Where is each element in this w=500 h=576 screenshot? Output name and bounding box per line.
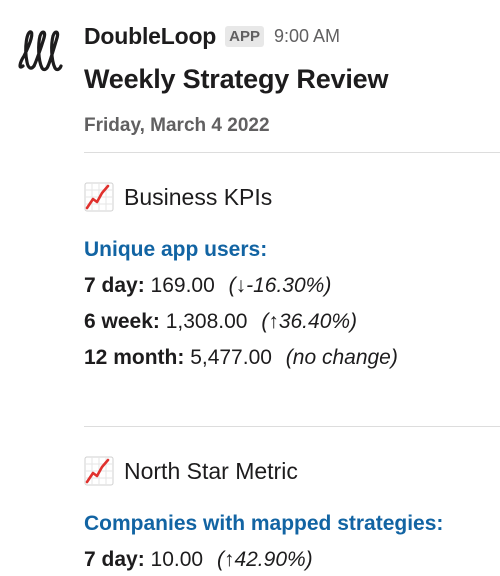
kpi-period: 6 week: [84,310,160,333]
kpi-row: 7 day: 10.00 (↑42.90%) [84,542,500,576]
message: DoubleLoop APP 9:00 AM Weekly Strategy R… [0,0,500,576]
message-content: DoubleLoop APP 9:00 AM Weekly Strategy R… [84,20,500,576]
chart-increasing-icon [84,456,114,486]
kpi-change: (↓-16.30%) [228,274,332,297]
kpi-value: 10.00 [150,548,204,571]
section-title-text: North Star Metric [124,457,298,484]
metric-link[interactable]: Unique app users: [84,232,500,268]
app-badge: APP [225,25,264,47]
kpi-value: 1,308.00 [165,310,248,333]
doubleloop-logo[interactable] [14,26,64,76]
chart-increasing-icon [84,182,114,212]
kpi-row: 12 month: 5,477.00 (no change) [84,340,500,376]
kpi-period: 7 day: [84,548,145,571]
divider [84,426,500,427]
kpi-row: 6 week: 1,308.00 (↑36.40%) [84,304,500,340]
divider [84,152,500,153]
message-header: DoubleLoop APP 9:00 AM [84,20,500,52]
section-title-text: Business KPIs [124,183,273,210]
section-title: North Star Metric [84,454,500,488]
kpi-change: (↑42.90%) [216,548,313,571]
section-title: Business KPIs [84,180,500,214]
sender-name[interactable]: DoubleLoop [84,23,216,50]
kpi-value: 169.00 [150,274,215,297]
message-title: Weekly Strategy Review [84,64,389,94]
section-north-star-metric: North Star Metric Companies with mapped … [84,454,500,576]
kpi-row: 7 day: 169.00 (↓-16.30%) [84,268,500,304]
kpi-period: 7 day: [84,274,145,297]
kpi-value: 5,477.00 [190,346,272,369]
message-timestamp[interactable]: 9:00 AM [274,26,340,47]
kpi-change: (↑36.40%) [261,310,358,333]
kpi-change: (no change) [285,346,398,369]
metric-link[interactable]: Companies with mapped strategies: [84,506,500,542]
kpi-period: 12 month: [84,346,185,369]
report-date: Friday, March 4 2022 [84,115,270,136]
section-business-kpis: Business KPIs Unique app users: 7 day: 1… [84,180,500,376]
